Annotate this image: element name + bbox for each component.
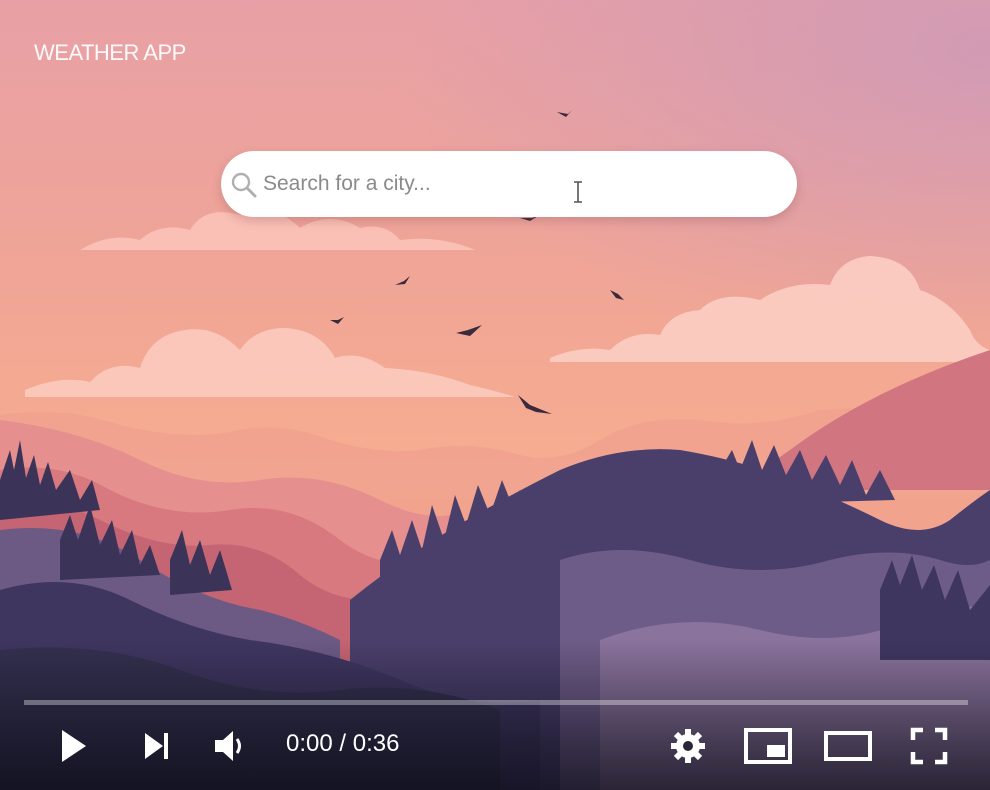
time-display: 0:00 / 0:36 [286, 730, 399, 758]
volume-button[interactable] [208, 722, 254, 770]
time-separator: / [332, 730, 353, 757]
fullscreen-icon [910, 727, 948, 765]
text-cursor-icon [574, 181, 582, 203]
fullscreen-button[interactable] [906, 722, 952, 770]
play-button[interactable] [48, 722, 96, 770]
progress-bar[interactable] [24, 700, 968, 705]
search-input[interactable] [263, 165, 763, 203]
theater-mode-button[interactable] [822, 722, 874, 770]
search-bar[interactable] [221, 151, 797, 217]
search-icon [231, 172, 257, 198]
video-player[interactable]: WEATHER APP 0:00 / 0:36 [0, 0, 990, 790]
app-title: WEATHER APP [34, 40, 186, 65]
current-time: 0:00 [286, 730, 333, 757]
play-icon [62, 730, 86, 762]
next-icon [145, 733, 168, 759]
settings-button[interactable] [664, 722, 712, 770]
volume-icon [215, 731, 241, 761]
miniplayer-button[interactable] [742, 722, 794, 770]
gear-icon [671, 729, 705, 763]
duration: 0:36 [352, 730, 400, 757]
miniplayer-icon [744, 728, 792, 764]
theater-mode-icon [824, 731, 872, 761]
next-button[interactable] [134, 722, 178, 770]
